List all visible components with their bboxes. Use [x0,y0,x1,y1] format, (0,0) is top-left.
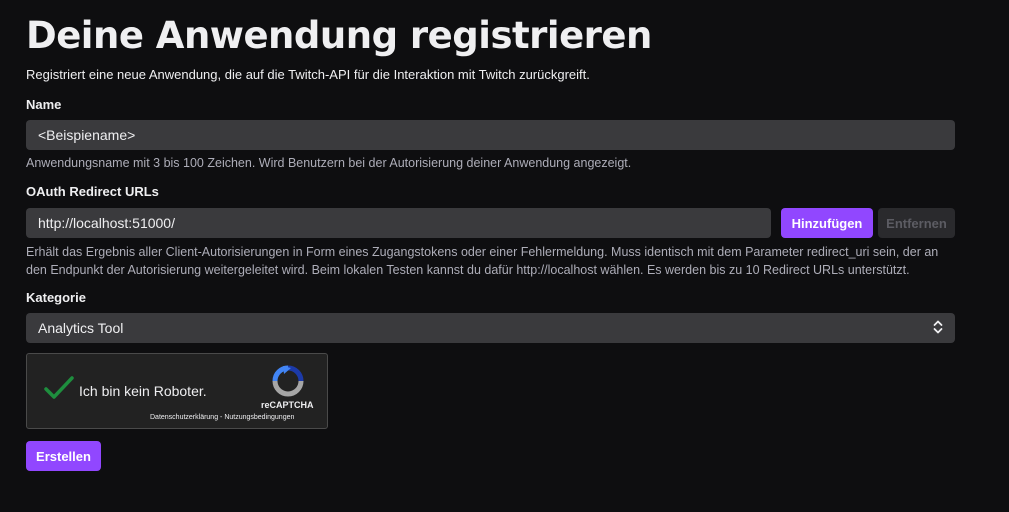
category-label: Kategorie [26,290,86,305]
name-label: Name [26,97,62,112]
category-selected-value: Analytics Tool [38,320,124,336]
checkmark-icon[interactable] [44,376,74,405]
redirect-urls-label: OAuth Redirect URLs [26,184,159,199]
recaptcha-label: Ich bin kein Roboter. [79,383,207,399]
category-select[interactable]: Analytics Tool [26,313,955,343]
redirect-help-line-1: Erhält das Ergebnis aller Client-Autoris… [26,245,939,259]
redirect-url-input[interactable]: http://localhost:51000/ [26,208,771,238]
recaptcha-widget: Ich bin kein Roboter. reCAPTCHA Datensch… [26,353,328,429]
add-redirect-button[interactable]: Hinzufügen [781,208,873,238]
redirect-help-line-2: den Endpunkt der Autorisierung weitergel… [26,263,910,277]
recaptcha-logo-icon [271,364,305,403]
name-help-text: Anwendungsname mit 3 bis 100 Zeichen. Wi… [26,156,632,170]
page-subtitle: Registriert eine neue Anwendung, die auf… [26,67,590,82]
chevron-up-down-icon [933,320,943,337]
remove-redirect-button[interactable]: Entfernen [878,208,955,238]
page-title: Deine Anwendung registrieren [26,14,652,57]
name-input[interactable]: <Beispiename> [26,120,955,150]
recaptcha-brand: reCAPTCHA [261,400,314,410]
create-button[interactable]: Erstellen [26,441,101,471]
recaptcha-links[interactable]: Datenschutzerklärung - Nutzungsbedingung… [150,414,294,421]
